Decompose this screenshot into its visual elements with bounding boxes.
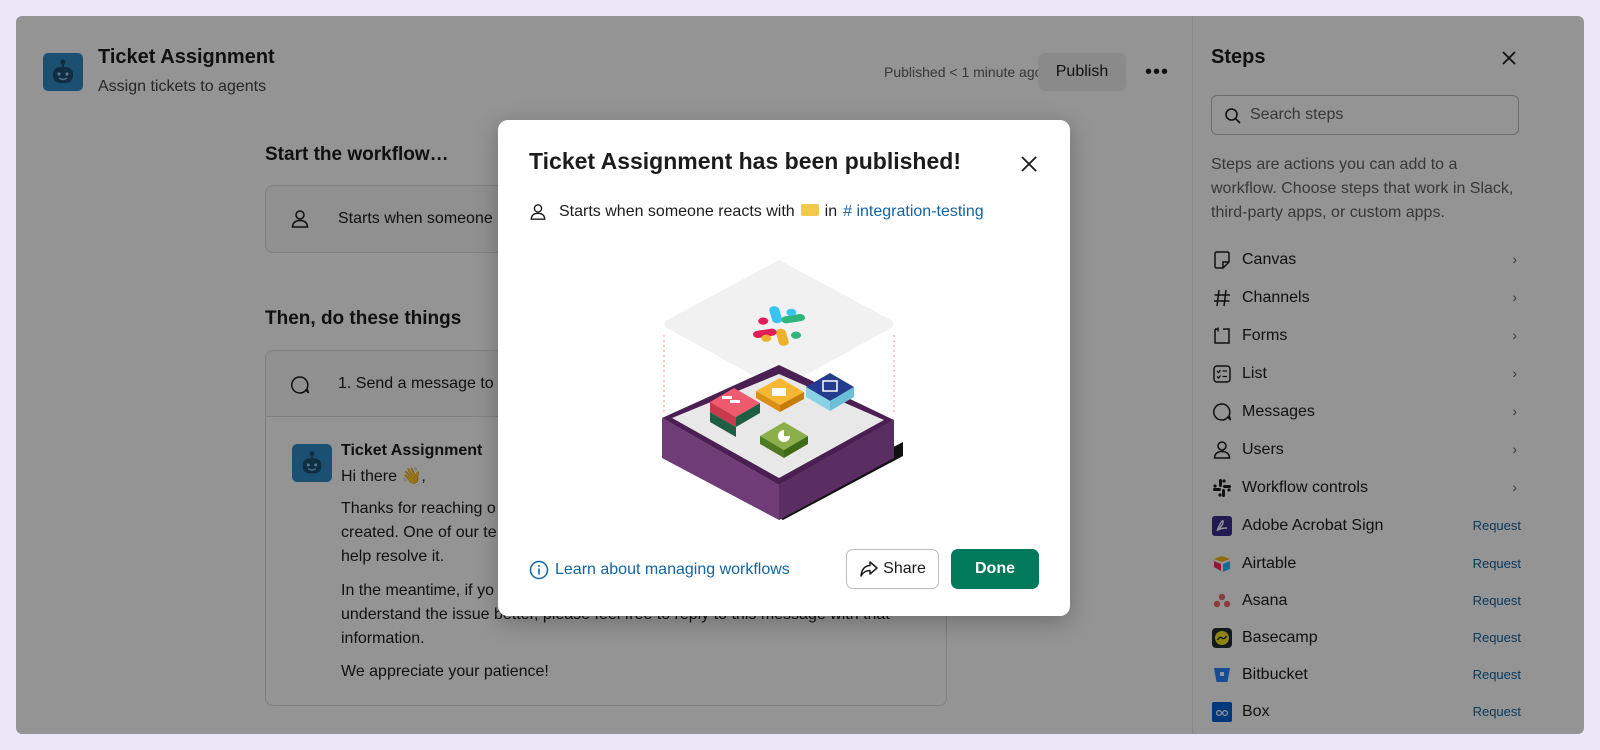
share-button[interactable]: Share	[846, 549, 939, 589]
dialog-trigger-line: Starts when someone reacts with in # int…	[529, 200, 984, 224]
dialog-title: Ticket Assignment has been published!	[529, 148, 961, 174]
info-icon	[529, 560, 549, 580]
app-window: Ticket Assignment Assign tickets to agen…	[16, 16, 1584, 734]
share-label: Share	[883, 560, 926, 577]
ticket-emoji-icon	[800, 204, 819, 216]
learn-link-label[interactable]: Learn about managing workflows	[555, 561, 790, 579]
share-icon	[860, 561, 878, 577]
close-icon[interactable]	[1017, 152, 1041, 176]
user-icon	[530, 204, 546, 220]
done-button[interactable]: Done	[951, 549, 1039, 589]
learn-workflows-link[interactable]: Learn about managing workflows	[529, 560, 790, 580]
trigger-prefix: Starts when someone reacts with	[559, 203, 795, 220]
published-dialog: Ticket Assignment has been published! St…	[498, 120, 1070, 616]
trigger-in: in	[824, 203, 838, 220]
workflow-published-illustration	[662, 260, 903, 520]
channel-link[interactable]: # integration-testing	[843, 203, 984, 221]
